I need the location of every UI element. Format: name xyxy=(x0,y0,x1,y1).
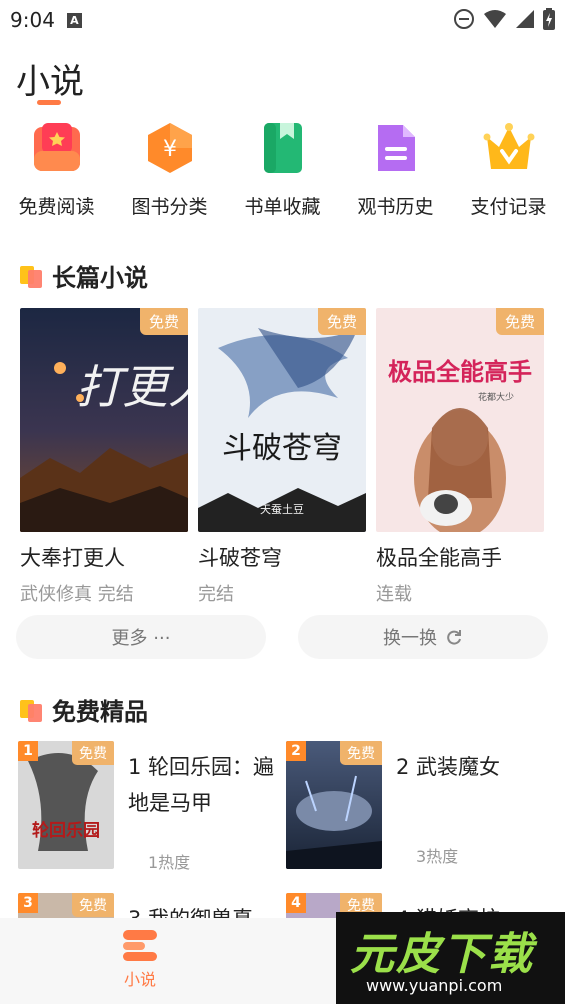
rank-badge: 2 xyxy=(286,741,306,761)
tab-novel[interactable]: 小说 xyxy=(108,928,172,990)
page-title: 小说 xyxy=(16,62,84,102)
quick-label: 免费阅读 xyxy=(18,196,95,218)
quick-label: 观书历史 xyxy=(357,196,434,218)
book-meta: 完结 xyxy=(198,584,234,605)
book-card[interactable]: 打更人 免费 大奉打更人 武侠修真 完结 xyxy=(20,308,188,606)
cover-title: 极品全能高手 xyxy=(388,358,532,386)
heat-count: 1热度 xyxy=(148,853,191,872)
free-pick-item[interactable]: 轮回乐园 1 免费 1 轮回乐园：遍地是马甲 1热度 xyxy=(18,741,278,872)
free-pick-title: 1 轮回乐园：遍地是马甲 xyxy=(128,755,275,815)
book-meta: 连载 xyxy=(376,584,412,605)
book-stack-icon xyxy=(123,930,157,961)
more-label: 更多 ··· xyxy=(111,628,171,649)
wifi-icon xyxy=(484,10,506,28)
quick-label: 支付记录 xyxy=(470,196,547,218)
do-not-disturb-icon xyxy=(454,9,474,29)
cover-title: 轮回乐园 xyxy=(32,820,100,841)
rank-badge: 3 xyxy=(18,893,38,913)
book-card[interactable]: 极品全能高手 花都大少 免费 极品全能高手 连载 xyxy=(376,308,544,606)
section-icon xyxy=(20,698,44,722)
free-badge: 免费 xyxy=(317,308,366,335)
free-badge: 免费 xyxy=(72,893,114,917)
quick-label: 图书分类 xyxy=(131,196,208,218)
book-card[interactable]: 斗破苍穹 天蚕土豆 免费 斗破苍穹 完结 xyxy=(198,308,366,606)
free-pick-item[interactable]: 2 免费 2 武装魔女 3热度 xyxy=(286,741,546,871)
free-badge: 免费 xyxy=(340,741,382,765)
free-pick-title: 2 武装魔女 xyxy=(396,755,501,779)
cover-title: 斗破苍穹 xyxy=(222,431,342,466)
signal-icon xyxy=(516,10,534,28)
book-name: 大奉打更人 xyxy=(20,546,125,570)
status-time: 9:04 xyxy=(10,8,55,32)
quick-collection[interactable]: 书单收藏 xyxy=(226,118,339,228)
free-badge: 免费 xyxy=(72,741,114,765)
section-title: 免费精品 xyxy=(52,698,148,726)
cover-author: 花都大少 xyxy=(478,391,514,403)
quick-category[interactable]: ¥ 图书分类 xyxy=(113,118,226,228)
book-name: 斗破苍穹 xyxy=(198,546,282,570)
cover-title: 打更人 xyxy=(76,360,188,414)
book-meta: 武侠修真 完结 xyxy=(20,584,134,605)
book-cover: 打更人 免费 xyxy=(20,308,188,532)
quick-history[interactable]: 观书历史 xyxy=(339,118,452,228)
heat-count: 3热度 xyxy=(416,847,459,866)
section-icon xyxy=(20,264,44,288)
free-badge: 免费 xyxy=(495,308,544,335)
green-book-bookmark-icon xyxy=(253,118,313,178)
quick-actions: 免费阅读 ¥ 图书分类 书单收藏 观书历史 支付记录 xyxy=(0,118,565,228)
more-button[interactable]: 更多 ··· xyxy=(16,615,266,659)
purple-document-icon xyxy=(366,118,426,178)
free-cover: 2 免费 xyxy=(286,741,382,869)
book-name: 极品全能高手 xyxy=(376,546,502,570)
long-novels-header: 长篇小说 xyxy=(20,258,148,293)
refresh-label: 换一换 xyxy=(383,628,437,649)
rank-badge: 4 xyxy=(286,893,306,913)
cover-author: 天蚕土豆 xyxy=(260,503,304,516)
free-picks-header: 免费精品 xyxy=(20,692,148,727)
watermark-logo: 元皮下载 www.yuanpi.com xyxy=(336,912,565,1004)
notification-icon: A xyxy=(66,12,82,28)
quick-payment[interactable]: 支付记录 xyxy=(452,118,565,228)
book-cover: 斗破苍穹 天蚕土豆 免费 xyxy=(198,308,366,532)
quick-label: 书单收藏 xyxy=(244,196,321,218)
tab-label: 小说 xyxy=(123,970,156,989)
gold-crown-icon xyxy=(479,118,539,178)
title-underline xyxy=(37,100,61,105)
free-badge: 免费 xyxy=(139,308,188,335)
orange-hexagon-yen-icon: ¥ xyxy=(140,118,200,178)
refresh-button[interactable]: 换一换 xyxy=(298,615,548,659)
status-icons xyxy=(453,8,555,30)
watermark-url: www.yuanpi.com xyxy=(366,976,503,995)
svg-text:¥: ¥ xyxy=(163,137,177,162)
book-cover: 极品全能高手 花都大少 免费 xyxy=(376,308,544,532)
quick-free-read[interactable]: 免费阅读 xyxy=(0,118,113,228)
section-title: 长篇小说 xyxy=(52,264,148,292)
refresh-icon xyxy=(447,630,461,645)
battery-icon xyxy=(543,8,555,30)
status-bar: 9:04 A xyxy=(0,0,565,40)
free-cover: 轮回乐园 1 免费 xyxy=(18,741,114,869)
watermark-text: 元皮下载 xyxy=(350,929,534,980)
red-gift-box-icon xyxy=(27,118,87,178)
rank-badge: 1 xyxy=(18,741,38,761)
